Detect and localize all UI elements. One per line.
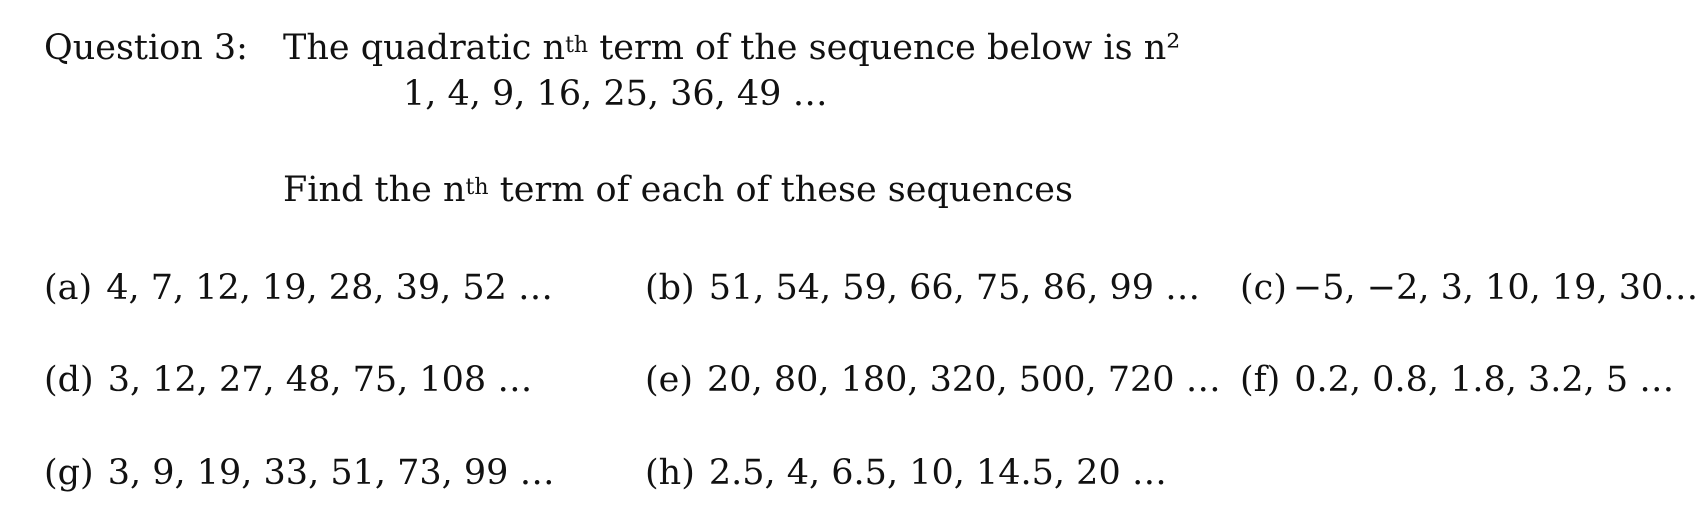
part-label: (a) [44, 268, 93, 308]
part-sequence: 0.2, 0.8, 1.8, 3.2, 5 … [1294, 360, 1675, 400]
part-c: (c) −5, −2, 3, 10, 19, 30… [1240, 268, 1698, 308]
part-label: (e) [645, 360, 694, 400]
part-label: (f) [1240, 360, 1281, 400]
intro-text-start: The quadratic n [283, 28, 566, 68]
part-f: (f) 0.2, 0.8, 1.8, 3.2, 5 … [1240, 360, 1674, 400]
question-prompt: Find the nth term of each of these seque… [283, 170, 1073, 210]
intro-superscript: th [565, 33, 589, 58]
question-intro: The quadratic nth term of the sequence b… [283, 28, 1180, 68]
part-label: (b) [645, 268, 695, 308]
part-sequence: 3, 12, 27, 48, 75, 108 … [107, 360, 533, 400]
part-h: (h) 2.5, 4, 6.5, 10, 14.5, 20 … [645, 453, 1167, 493]
part-sequence: 3, 9, 19, 33, 51, 73, 99 … [107, 453, 555, 493]
part-label: (h) [645, 453, 695, 493]
part-e: (e) 20, 80, 180, 320, 500, 720 … [645, 360, 1221, 400]
part-b: (b) 51, 54, 59, 66, 75, 86, 99 … [645, 268, 1200, 308]
prompt-superscript: th [465, 175, 489, 200]
part-sequence: −5, −2, 3, 10, 19, 30… [1292, 268, 1698, 308]
intro-text-end: term of the sequence below is n² [588, 28, 1181, 68]
prompt-text-start: Find the n [283, 170, 466, 210]
part-sequence: 4, 7, 12, 19, 28, 39, 52 … [106, 268, 554, 308]
part-g: (g) 3, 9, 19, 33, 51, 73, 99 … [44, 453, 555, 493]
part-sequence: 51, 54, 59, 66, 75, 86, 99 … [708, 268, 1201, 308]
part-sequence: 20, 80, 180, 320, 500, 720 … [707, 360, 1221, 400]
prompt-text-end: term of each of these sequences [488, 170, 1073, 210]
question-label: Question 3: [44, 28, 248, 68]
part-label: (d) [44, 360, 94, 400]
part-d: (d) 3, 12, 27, 48, 75, 108 … [44, 360, 532, 400]
part-label: (g) [44, 453, 94, 493]
part-a: (a) 4, 7, 12, 19, 28, 39, 52 … [44, 268, 553, 308]
part-label: (c) [1240, 268, 1287, 308]
part-sequence: 2.5, 4, 6.5, 10, 14.5, 20 … [708, 453, 1167, 493]
example-sequence: 1, 4, 9, 16, 25, 36, 49 … [403, 74, 828, 114]
